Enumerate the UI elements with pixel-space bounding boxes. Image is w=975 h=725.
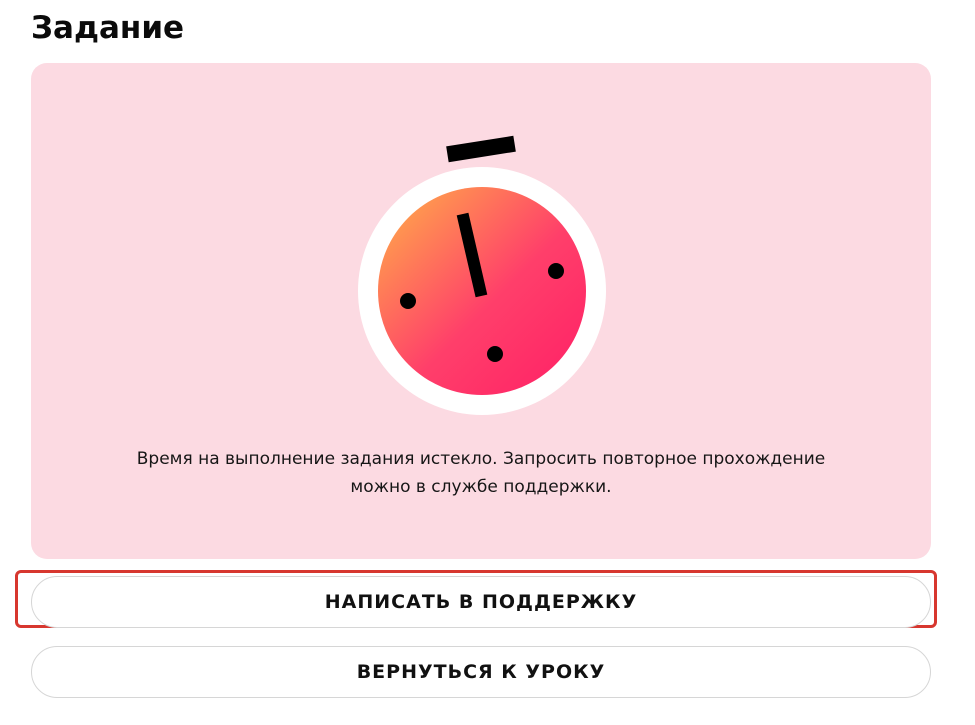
page-title: Задание (31, 10, 185, 46)
task-expired-card: Время на выполнение задания истекло. Зап… (31, 63, 931, 559)
back-to-lesson-button[interactable]: ВЕРНУТЬСЯ К УРОКУ (31, 646, 931, 698)
stopwatch-icon (358, 135, 606, 415)
task-page: Задание Время на выполнение задания исте… (0, 0, 975, 725)
contact-support-button[interactable]: НАПИСАТЬ В ПОДДЕРЖКУ (31, 576, 931, 628)
time-expired-message: Время на выполнение задания истекло. Зап… (136, 449, 826, 497)
